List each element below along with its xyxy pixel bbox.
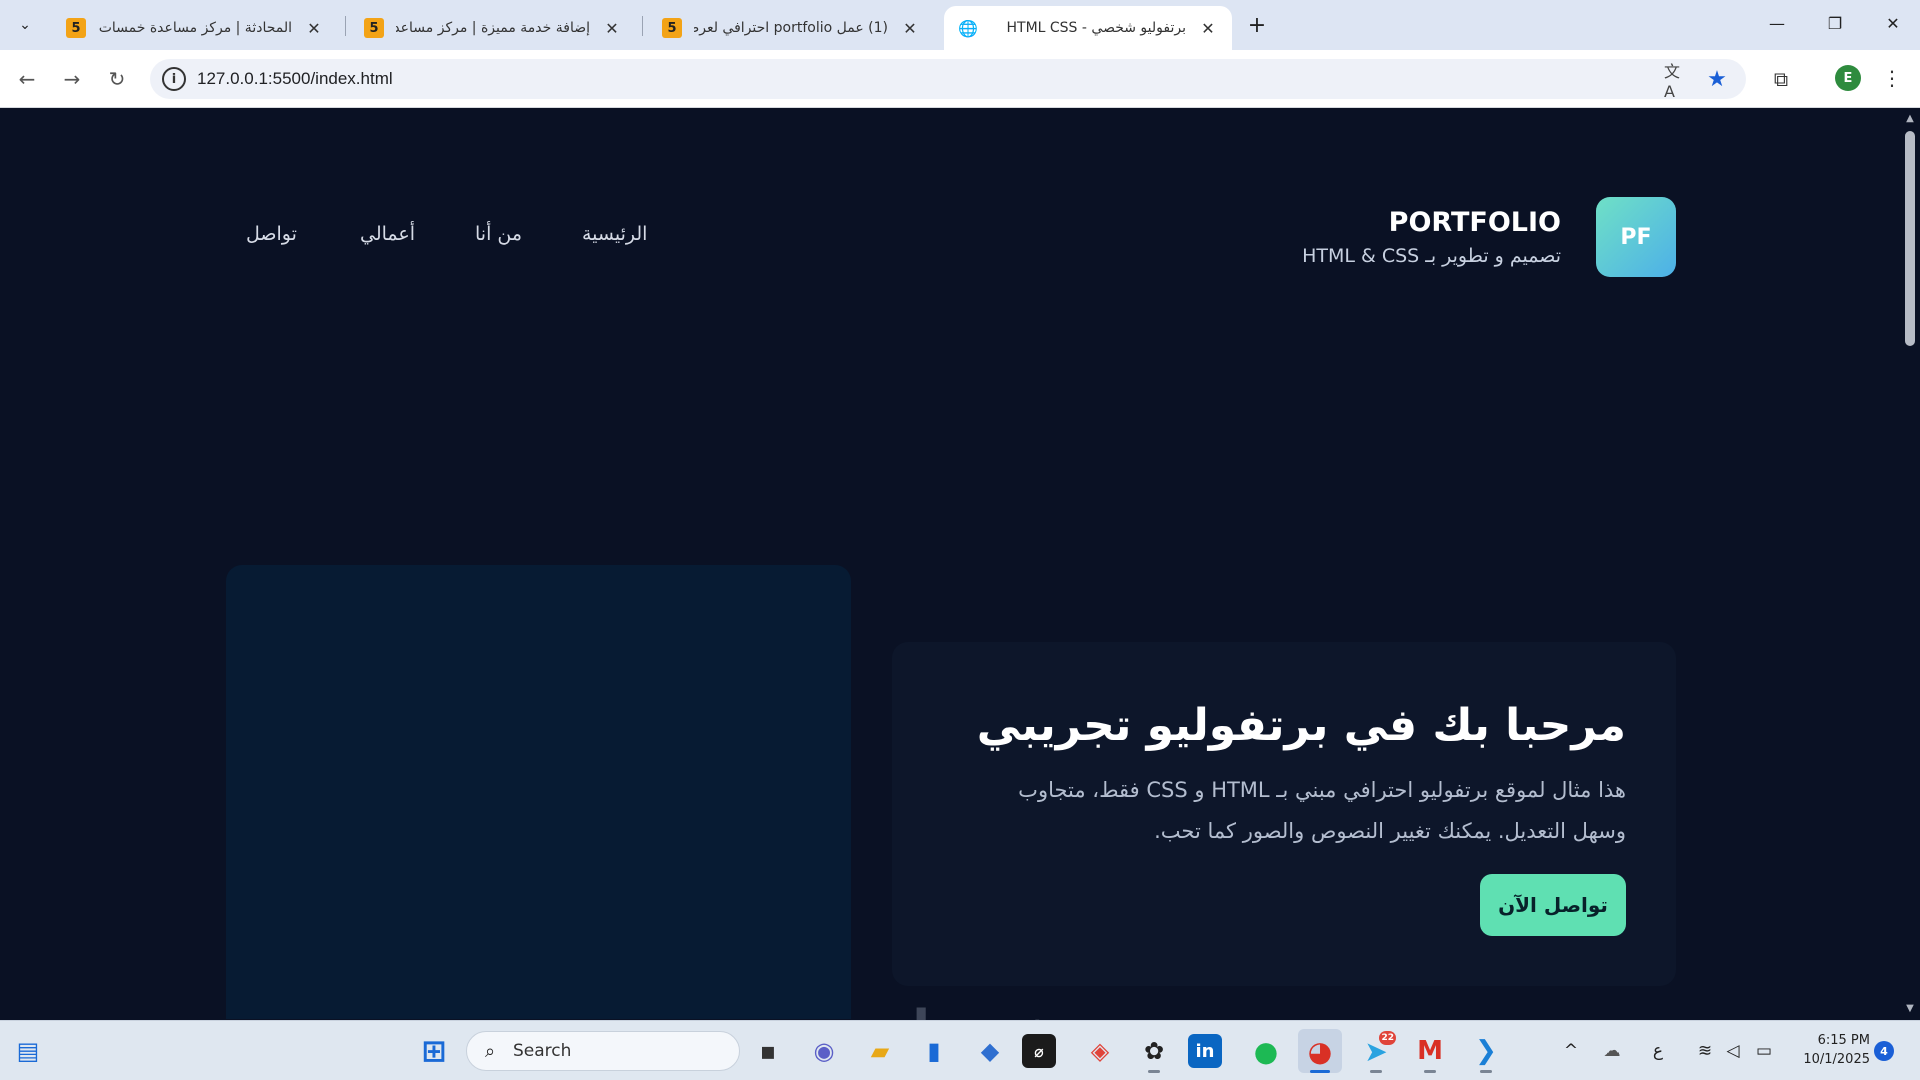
- chatgpt-icon[interactable]: ✿: [1132, 1029, 1176, 1073]
- khamsat-favicon-icon: 5: [364, 18, 384, 38]
- running-indicator: [1480, 1070, 1492, 1073]
- teams-icon[interactable]: ◉: [802, 1029, 846, 1073]
- telegram-unread-badge: 22: [1379, 1031, 1396, 1045]
- nav-link-about[interactable]: من أنا: [475, 223, 522, 245]
- telegram-icon[interactable]: ➤ 22: [1354, 1029, 1398, 1073]
- running-indicator: [1148, 1070, 1160, 1073]
- search-placeholder: Search: [513, 1041, 572, 1061]
- tab-title: (1) عمل portfolio احترافي لعرض: [694, 20, 888, 36]
- tab-close-icon[interactable]: ✕: [304, 18, 324, 38]
- profile-avatar[interactable]: E: [1835, 65, 1861, 91]
- gmail-icon[interactable]: M: [1408, 1029, 1452, 1073]
- search-icon: ⌕: [484, 1040, 496, 1062]
- windows-start-icon[interactable]: ⊞: [412, 1029, 456, 1073]
- browser-tabstrip: ⌄ 5 المحادثة | مركز مساعدة خمسات ✕ 5 إضا…: [0, 0, 1920, 50]
- tab-search-chevron-icon[interactable]: ⌄: [8, 10, 42, 40]
- hero-description: هذا مثال لموقع برتفوليو احترافي مبني بـ …: [1018, 778, 1626, 843]
- site-logo[interactable]: PF: [1596, 197, 1676, 277]
- close-window-icon[interactable]: ✕: [1864, 0, 1920, 46]
- windows-taskbar: ▤ ⊞ ⌕ Search ▪ ◉ ▰ ▮ ◆ ⌀ ◈ ✿ in ● ◕ ➤ 22…: [0, 1020, 1920, 1080]
- tab-title: إضافة خدمة مميزة | مركز مساعدة: [396, 20, 590, 36]
- battery-icon[interactable]: ▭: [1750, 1033, 1778, 1069]
- scroll-down-arrow-icon[interactable]: ▼: [1904, 1003, 1916, 1015]
- widgets-icon[interactable]: ▤: [6, 1029, 50, 1073]
- extensions-puzzle-icon[interactable]: ⧉: [1766, 64, 1796, 94]
- wifi-icon[interactable]: ≋: [1692, 1033, 1718, 1069]
- browser-menu-icon[interactable]: ⋮: [1880, 62, 1904, 94]
- chrome-icon[interactable]: ◕: [1298, 1029, 1342, 1073]
- forward-arrow-icon[interactable]: →: [55, 62, 89, 96]
- show-hidden-icons-chevron-icon[interactable]: ^: [1558, 1033, 1584, 1069]
- taskbar-clock[interactable]: 6:15 PM 10/1/2025: [1794, 1031, 1870, 1069]
- brand-tagline: تصميم و تطوير بـ HTML & CSS: [1302, 245, 1561, 267]
- khamsat-favicon-icon: 5: [662, 18, 682, 38]
- scrollbar-thumb[interactable]: [1905, 131, 1915, 346]
- file-explorer-icon[interactable]: ▰: [858, 1029, 902, 1073]
- tab-separator: [345, 16, 346, 36]
- browser-toolbar: ← → ↻ i 127.0.0.1:5500/index.html 文A ★ ⧉: [0, 50, 1920, 108]
- linkedin-icon[interactable]: in: [1188, 1034, 1222, 1068]
- spotify-icon[interactable]: ●: [1244, 1029, 1288, 1073]
- tab-title: المحادثة | مركز مساعدة خمسات: [98, 20, 292, 36]
- address-bar[interactable]: i 127.0.0.1:5500/index.html 文A ★: [150, 59, 1746, 101]
- hero-card: مرحبا بك في برتفوليو تجريبي هذا مثال لمو…: [892, 642, 1676, 986]
- git-icon[interactable]: ◈: [1078, 1029, 1122, 1073]
- reload-icon[interactable]: ↻: [100, 62, 134, 96]
- tab-title: برتفوليو شخصي - HTML CSS: [1006, 20, 1186, 36]
- nav-link-works[interactable]: أعمالي: [360, 223, 415, 245]
- translate-icon[interactable]: 文A: [1664, 62, 1690, 101]
- running-indicator: [1424, 1070, 1436, 1073]
- tab-separator: [642, 16, 643, 36]
- tab-close-icon[interactable]: ✕: [1198, 18, 1218, 38]
- running-indicator: [1370, 1070, 1382, 1073]
- taskbar-search[interactable]: ⌕ Search: [466, 1031, 740, 1071]
- clock-date: 10/1/2025: [1803, 1052, 1870, 1067]
- brand-name: PORTFOLIO: [1388, 207, 1561, 238]
- keyboard-language[interactable]: ع: [1646, 1033, 1670, 1069]
- new-tab-plus-icon[interactable]: +: [1240, 10, 1274, 40]
- hero-title: مرحبا بك في برتفوليو تجريبي: [976, 700, 1626, 751]
- browser-tab-1[interactable]: 5 المحادثة | مركز مساعدة خمسات ✕: [52, 6, 338, 50]
- clock-time: 6:15 PM: [1817, 1033, 1870, 1048]
- vscode-icon[interactable]: ❯: [1464, 1029, 1508, 1073]
- onedrive-cloud-icon[interactable]: ☁: [1598, 1033, 1626, 1069]
- khamsat-favicon-icon: 5: [66, 18, 86, 38]
- notification-count-badge[interactable]: 4: [1874, 1041, 1894, 1061]
- tab-close-icon[interactable]: ✕: [602, 18, 622, 38]
- browser-tab-2[interactable]: 5 إضافة خدمة مميزة | مركز مساعدة ✕: [350, 6, 636, 50]
- url-text[interactable]: 127.0.0.1:5500/index.html: [197, 69, 393, 89]
- bar-chart-app-icon[interactable]: ▮: [912, 1029, 956, 1073]
- site-info-icon[interactable]: i: [162, 67, 186, 91]
- tab-close-icon[interactable]: ✕: [900, 18, 920, 38]
- browser-tab-active[interactable]: 🌐 برتفوليو شخصي - HTML CSS ✕: [944, 6, 1232, 50]
- task-view-icon[interactable]: ▪: [746, 1029, 790, 1073]
- hero-image-placeholder: [226, 565, 851, 1019]
- nav-link-contact[interactable]: تواصل: [246, 223, 297, 245]
- bookmark-star-icon[interactable]: ★: [1704, 65, 1730, 93]
- globe-icon: 🌐: [958, 18, 978, 38]
- restore-icon[interactable]: ❐: [1806, 0, 1864, 46]
- back-arrow-icon[interactable]: ←: [10, 62, 44, 96]
- nav-link-home[interactable]: الرئيسية: [582, 223, 647, 245]
- deepseek-whale-icon[interactable]: ◆: [968, 1029, 1012, 1073]
- volume-icon[interactable]: ◁: [1720, 1033, 1746, 1069]
- contact-now-button[interactable]: تواصل الآن: [1480, 874, 1626, 936]
- scroll-up-arrow-icon[interactable]: ▲: [1904, 113, 1916, 125]
- capcut-icon[interactable]: ⌀: [1022, 1034, 1056, 1068]
- page-viewport: PF PORTFOLIO تصميم و تطوير بـ HTML & CSS…: [0, 109, 1900, 1019]
- minimize-icon[interactable]: —: [1748, 0, 1806, 46]
- page-scrollbar[interactable]: ▲ ▼: [1900, 109, 1920, 1019]
- browser-tab-3[interactable]: 5 (1) عمل portfolio احترافي لعرض ✕: [648, 6, 934, 50]
- active-indicator: [1310, 1070, 1330, 1073]
